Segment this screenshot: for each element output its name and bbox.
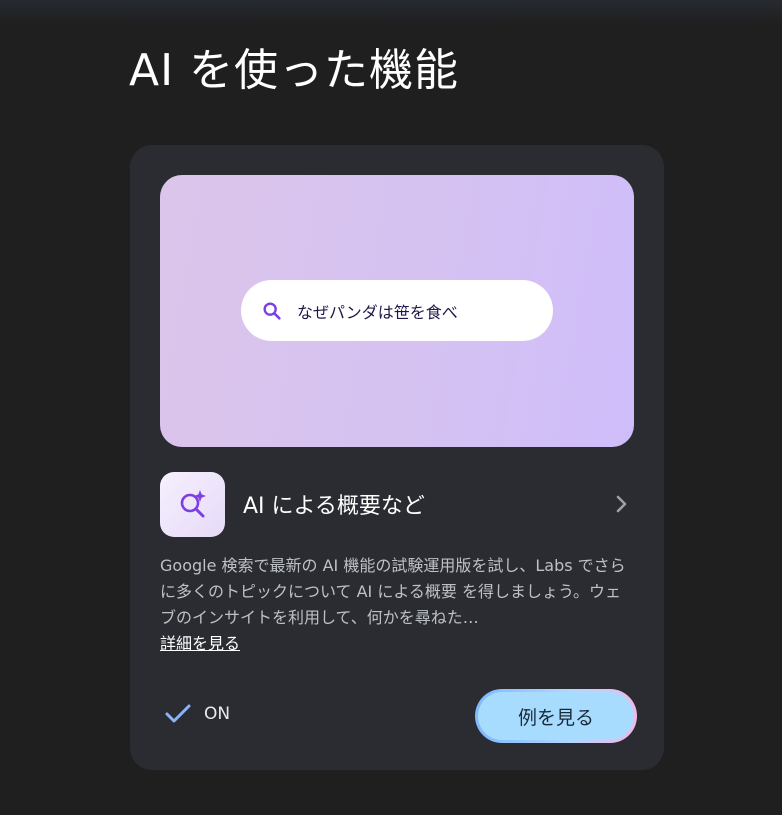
- top-bar: [0, 0, 782, 24]
- status-label: ON: [204, 704, 231, 724]
- feature-card: なぜパンダは笹を食べ AI による概要など Google 検索で最新の AI 機…: [130, 145, 664, 770]
- description-text: Google 検索で最新の AI 機能の試験運用版を試し、Labs でさらに多く…: [160, 556, 626, 627]
- feature-title: AI による概要など: [243, 494, 425, 519]
- search-pill: なぜパンダは笹を食べ: [241, 280, 553, 341]
- see-examples-button[interactable]: 例を見る: [475, 689, 637, 743]
- page-title: AI を使った機能: [129, 45, 460, 96]
- status-indicator: ON: [164, 702, 230, 726]
- search-sparkle-icon: [160, 471, 225, 537]
- hero-illustration: なぜパンダは笹を食べ: [160, 175, 634, 447]
- feature-description: Google 検索で最新の AI 機能の試験運用版を試し、Labs でさらに多く…: [160, 553, 634, 657]
- search-query-text: なぜパンダは笹を食べ: [297, 302, 458, 322]
- learn-more-link[interactable]: 詳細を見る: [160, 634, 240, 653]
- feature-row[interactable]: AI による概要など: [160, 471, 634, 537]
- see-examples-label: 例を見る: [478, 692, 634, 740]
- chevron-right-icon[interactable]: [610, 492, 634, 516]
- check-icon: [164, 702, 192, 726]
- search-icon: [261, 300, 283, 322]
